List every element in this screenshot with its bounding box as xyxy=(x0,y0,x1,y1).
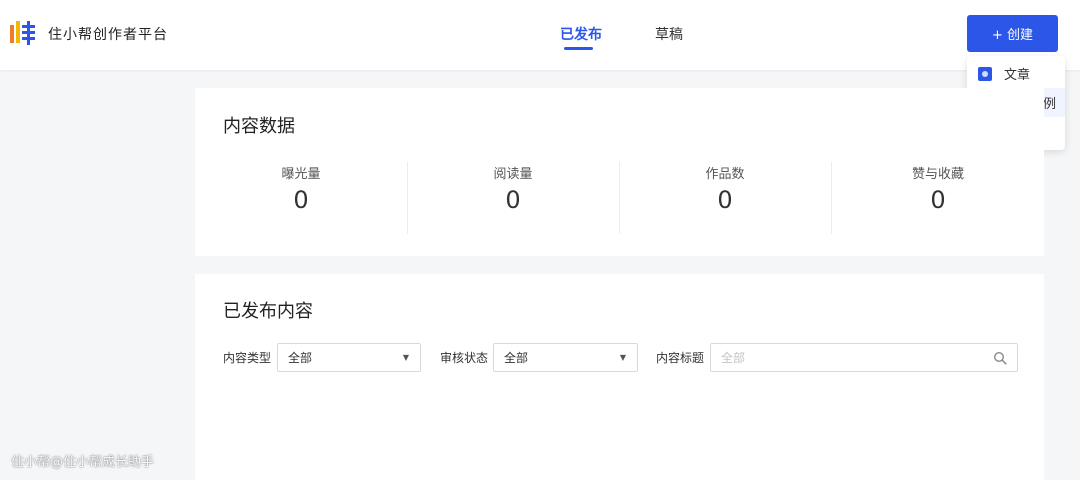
stat-works: 作品数 0 xyxy=(619,161,831,235)
stat-impressions: 曝光量 0 xyxy=(195,161,407,235)
stat-value: 0 xyxy=(930,186,946,214)
caret-down-icon: ▼ xyxy=(402,353,409,362)
stat-label: 阅读量 xyxy=(493,167,533,182)
content-title-label: 内容标题 xyxy=(656,351,705,365)
logo-icon xyxy=(10,21,35,45)
stat-value: 0 xyxy=(293,186,309,214)
review-status-select[interactable]: 全部 ▼ xyxy=(493,343,638,372)
review-status-label: 审核状态 xyxy=(440,351,489,365)
select-value: 全部 xyxy=(288,351,313,365)
top-header: 住小帮创作者平台 已发布 草稿 + 创建 xyxy=(0,0,1080,70)
menu-item-article[interactable]: 文章 xyxy=(967,59,1065,88)
menu-item-label: 文章 xyxy=(1004,68,1031,83)
content-data-card: 内容数据 曝光量 0 阅读量 0 作品数 0 赞与收藏 0 xyxy=(195,88,1044,256)
stat-reads: 阅读量 0 xyxy=(407,161,619,235)
search-icon[interactable] xyxy=(993,351,1007,365)
watermark: 住小帮@住小帮成长助手 xyxy=(11,455,155,470)
caret-down-icon: ▼ xyxy=(619,353,626,362)
tab-drafts[interactable]: 草稿 xyxy=(655,24,683,44)
stat-value: 0 xyxy=(717,186,733,214)
create-button-label: + 创建 xyxy=(991,28,1034,43)
brand-name: 住小帮创作者平台 xyxy=(48,27,168,43)
stat-value: 0 xyxy=(505,186,521,214)
card-title: 内容数据 xyxy=(223,116,295,137)
content-title-search-input[interactable] xyxy=(710,343,1018,372)
stat-label: 作品数 xyxy=(705,167,745,182)
content-type-label: 内容类型 xyxy=(223,351,272,365)
card-title: 已发布内容 xyxy=(223,301,313,322)
active-tab-indicator xyxy=(564,47,593,50)
stat-label: 曝光量 xyxy=(281,167,321,182)
stat-likes-favorites: 赞与收藏 0 xyxy=(832,161,1044,235)
stat-label: 赞与收藏 xyxy=(911,167,964,182)
article-icon xyxy=(978,66,992,81)
tab-published[interactable]: 已发布 xyxy=(560,24,602,44)
content-type-select[interactable]: 全部 ▼ xyxy=(277,343,421,372)
select-value: 全部 xyxy=(504,351,529,365)
published-content-card: 已发布内容 内容类型 全部 ▼ 审核状态 全部 ▼ 内容标题 xyxy=(195,274,1044,480)
create-button[interactable]: + 创建 xyxy=(967,15,1058,52)
